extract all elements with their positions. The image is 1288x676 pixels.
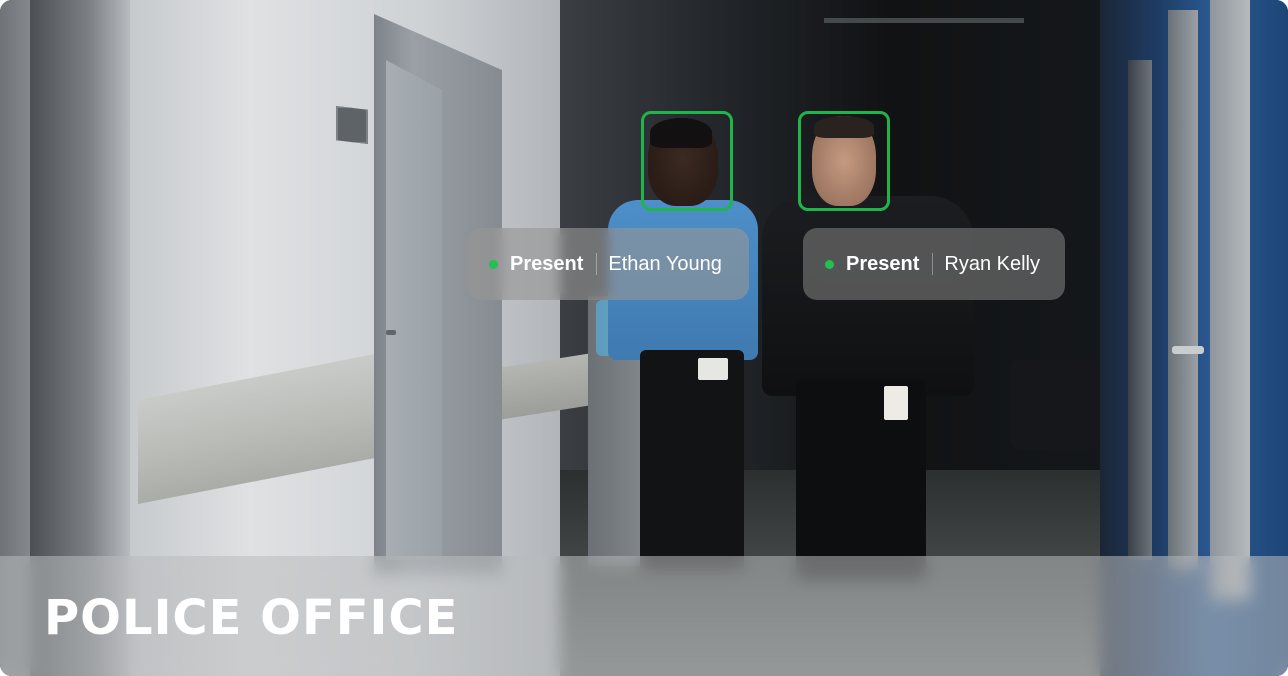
divider <box>596 253 598 275</box>
person-name: Ryan Kelly <box>944 252 1040 275</box>
status-dot-icon <box>825 259 834 269</box>
detection-label: Present Ryan Kelly <box>803 228 1065 300</box>
face-detection-box <box>798 111 890 211</box>
camera-feed-card: Present Ethan Young Present Ryan Kelly P… <box>0 0 1288 676</box>
location-title: POLICE OFFICE <box>44 590 459 646</box>
person-name: Ethan Young <box>608 252 722 275</box>
status-text: Present <box>510 252 584 275</box>
status-dot-icon <box>489 259 498 269</box>
door-sign <box>336 106 368 144</box>
divider <box>932 253 934 275</box>
detection-label: Present Ethan Young <box>467 228 749 300</box>
status-text: Present <box>846 252 920 275</box>
face-detection-box <box>641 111 733 211</box>
